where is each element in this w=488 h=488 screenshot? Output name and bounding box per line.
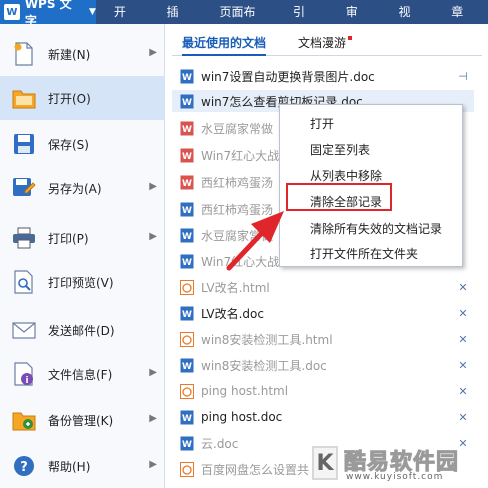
- doc-file-icon: W: [180, 306, 194, 321]
- doc-file-icon: W: [180, 202, 194, 217]
- remove-icon[interactable]: ✕: [456, 411, 470, 424]
- html-file-icon: [180, 461, 194, 477]
- tab-document-roaming[interactable]: 文档漫游: [298, 34, 353, 56]
- save-icon: [10, 130, 38, 158]
- doc-file-icon: W: [180, 436, 194, 451]
- chevron-right-icon: ▶: [149, 459, 157, 470]
- html-file-icon: [180, 383, 194, 399]
- svg-text:?: ?: [20, 460, 28, 475]
- list-item[interactable]: Wwin7设置自动更换背景图片.doc ⊣: [172, 65, 474, 87]
- remove-icon[interactable]: ✕: [456, 333, 470, 346]
- backup-icon: [10, 406, 38, 434]
- mail-icon: [10, 316, 38, 344]
- menu-item-save-as[interactable]: 另存为(A) ▶: [0, 166, 165, 210]
- file-info-icon: i: [10, 360, 38, 388]
- new-doc-icon: [10, 40, 38, 68]
- app-menu-button[interactable]: W WPS 文字 ▼: [0, 0, 96, 28]
- doc-file-icon: W: [180, 254, 194, 269]
- doc-file-icon: W: [180, 358, 194, 373]
- list-item[interactable]: W LV改名.doc ✕: [172, 302, 474, 324]
- list-item[interactable]: ping host.html ✕: [172, 380, 474, 402]
- watermark-url: www.kuyisoft.com: [346, 472, 444, 482]
- menu-item-file-info[interactable]: i 文件信息(F) ▶: [0, 352, 165, 396]
- tab-home[interactable]: 开始: [96, 0, 151, 43]
- watermark-logo: K: [312, 446, 338, 480]
- chevron-right-icon: ▶: [149, 47, 157, 58]
- doc-file-icon: W: [180, 175, 194, 190]
- svg-text:W: W: [182, 440, 192, 450]
- chevron-right-icon: ▶: [149, 413, 157, 424]
- notification-dot: [348, 36, 353, 40]
- tab-page-layout[interactable]: 页面布局: [203, 0, 277, 43]
- svg-text:W: W: [182, 98, 192, 108]
- svg-text:W: W: [182, 125, 192, 135]
- tab-insert[interactable]: 插入: [151, 0, 204, 43]
- ribbon-tabs: 开始 插入 页面布局 引用 审阅 视图 章节: [96, 0, 488, 43]
- menu-item-print[interactable]: 打印(P) ▶: [0, 216, 165, 260]
- watermark: K 酷易软件园 www.kuyisoft.com: [312, 440, 488, 488]
- remove-icon[interactable]: ✕: [456, 359, 470, 372]
- menu-item-help[interactable]: ? 帮助(H) ▶: [0, 444, 165, 488]
- top-menu-bar: W WPS 文字 ▼ 开始 插入 页面布局 引用 审阅 视图 章节: [0, 0, 488, 43]
- tab-chapter[interactable]: 章节: [435, 0, 488, 43]
- ctx-clear-invalid-records[interactable]: 清除所有失效的文档记录: [310, 220, 442, 237]
- remove-icon[interactable]: ✕: [456, 307, 470, 320]
- list-item[interactable]: win8安装检测工具.html ✕: [172, 328, 474, 350]
- open-folder-icon: [10, 84, 38, 112]
- html-file-icon: [180, 279, 194, 295]
- tab-recent-documents[interactable]: 最近使用的文档: [182, 34, 267, 56]
- svg-text:W: W: [182, 362, 192, 372]
- svg-text:i: i: [25, 376, 28, 386]
- print-icon: [10, 224, 38, 252]
- remove-icon[interactable]: ✕: [456, 385, 470, 398]
- doc-file-icon: W: [180, 410, 194, 425]
- pin-icon[interactable]: ⊣: [456, 70, 470, 83]
- save-as-icon: [10, 174, 38, 202]
- html-file-icon: [180, 331, 194, 347]
- menu-item-send-mail[interactable]: 发送邮件(D): [0, 308, 165, 352]
- menu-item-save[interactable]: 保存(S): [0, 122, 165, 166]
- highlight-box: [286, 183, 392, 211]
- list-item[interactable]: LV改名.html ✕: [172, 276, 474, 298]
- chevron-right-icon: ▶: [149, 231, 157, 242]
- list-item[interactable]: Wping host.doc ✕: [172, 406, 474, 428]
- file-menu-panel: 新建(N) ▶ 打开(O) 保存(S) 另存为(A) ▶ 打印(P) ▶ 打印预…: [0, 24, 165, 488]
- svg-text:W: W: [182, 179, 192, 189]
- svg-text:W: W: [182, 206, 192, 216]
- doc-file-icon: W: [180, 228, 194, 243]
- list-item[interactable]: Wwin8安装检测工具.doc ✕: [172, 354, 474, 376]
- chevron-right-icon: ▶: [149, 181, 157, 192]
- tab-references[interactable]: 引用: [277, 0, 330, 43]
- chevron-right-icon: ▶: [149, 367, 157, 378]
- tab-review[interactable]: 审阅: [330, 0, 383, 43]
- menu-item-print-preview[interactable]: 打印预览(V): [0, 260, 165, 304]
- ctx-pin-to-list[interactable]: 固定至列表: [310, 141, 370, 158]
- print-preview-icon: [10, 268, 38, 296]
- doc-file-icon: W: [180, 69, 194, 84]
- menu-item-open[interactable]: 打开(O): [0, 76, 165, 120]
- help-icon: ?: [10, 452, 38, 480]
- svg-text:W: W: [182, 73, 192, 83]
- ctx-remove-from-list[interactable]: 从列表中移除: [310, 167, 382, 184]
- ctx-open-containing-folder[interactable]: 打开文件所在文件夹: [310, 245, 418, 262]
- doc-file-icon: W: [180, 148, 194, 163]
- menu-item-new[interactable]: 新建(N) ▶: [0, 32, 165, 76]
- doc-file-icon: W: [180, 121, 194, 136]
- svg-text:W: W: [182, 152, 192, 162]
- ctx-open[interactable]: 打开: [310, 115, 334, 132]
- doc-file-icon: W: [180, 94, 194, 109]
- menu-item-backup[interactable]: 备份管理(K) ▶: [0, 398, 165, 442]
- svg-text:W: W: [182, 232, 192, 242]
- svg-text:W: W: [182, 414, 192, 424]
- dropdown-caret-icon: ▼: [88, 7, 96, 17]
- svg-text:W: W: [182, 310, 192, 320]
- document-tabs: 最近使用的文档 文档漫游: [172, 30, 482, 56]
- tab-view[interactable]: 视图: [382, 0, 435, 43]
- remove-icon[interactable]: ✕: [456, 281, 470, 294]
- svg-text:W: W: [182, 258, 192, 268]
- wps-logo-icon: W: [4, 4, 20, 20]
